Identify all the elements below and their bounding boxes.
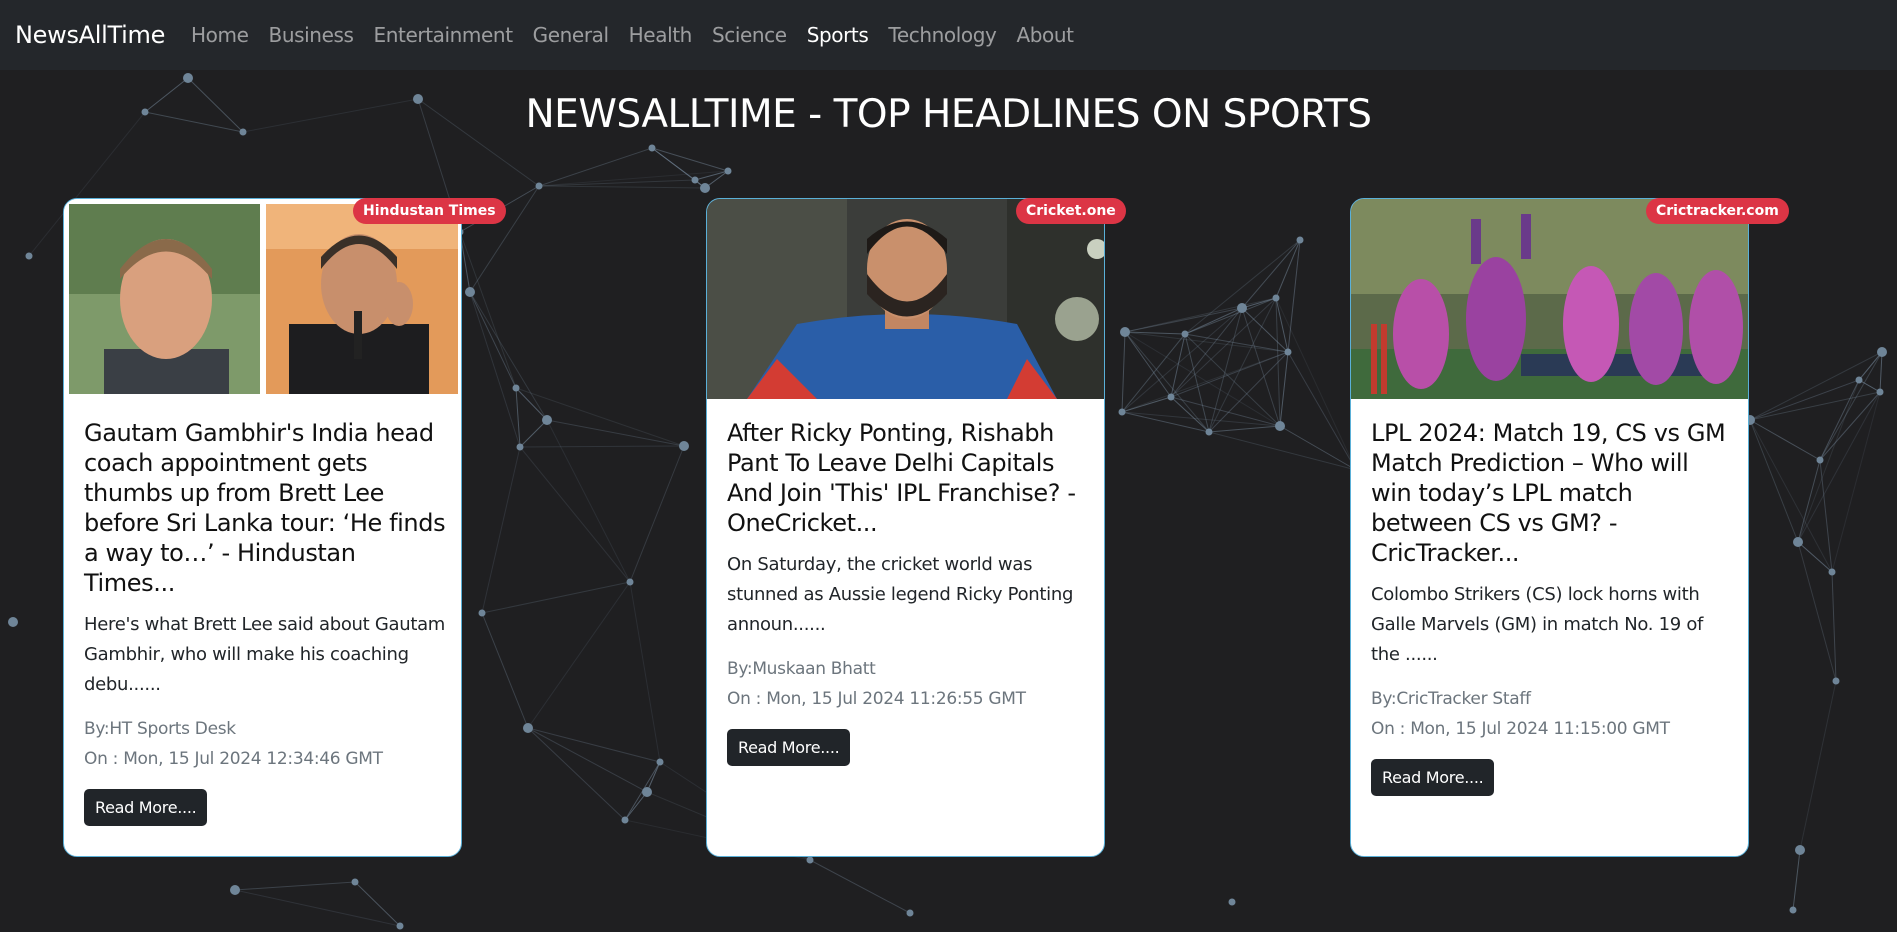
card-date: On : Mon, 15 Jul 2024 11:15:00 GMT [1371,719,1670,739]
card-title: After Ricky Ponting, Rishabh Pant To Lea… [727,419,1076,537]
nav-link-sports[interactable]: Sports [797,23,879,47]
source-badge: Cricket.one [1016,198,1126,224]
news-card: LPL 2024: Match 19, CS vs GM Match Predi… [1350,198,1749,857]
nav-link-health[interactable]: Health [619,23,702,47]
source-badge: Hindustan Times [353,198,506,224]
card-author: By:CricTracker Staff [1371,689,1531,709]
nav-link-business[interactable]: Business [259,23,364,47]
card-meta: By:CricTracker Staff On : Mon, 15 Jul 20… [1371,684,1733,744]
card-description: Colombo Strikers (CS) lock horns with Ga… [1371,584,1704,665]
card-body: Gautam Gambhir's India head coach appoin… [84,418,446,826]
source-badge: Crictracker.com [1646,198,1789,224]
news-image[interactable] [64,199,462,399]
news-image[interactable] [707,199,1105,399]
nav-link-technology[interactable]: Technology [878,23,1006,47]
nav-link-home[interactable]: Home [181,23,258,47]
read-more-button[interactable]: Read More.... [84,789,208,826]
card-description: Here's what Brett Lee said about Gautam … [84,614,446,695]
card-author: By:HT Sports Desk [84,719,236,739]
navbar: NewsAllTime Home Business Entertainment … [0,0,1897,70]
read-more-button[interactable]: Read More.... [727,729,851,766]
card-date: On : Mon, 15 Jul 2024 12:34:46 GMT [84,749,383,769]
card-author: By:Muskaan Bhatt [727,659,876,679]
nav-link-general[interactable]: General [523,23,619,47]
news-image[interactable] [1351,199,1749,399]
brand-logo[interactable]: NewsAllTime [15,21,165,49]
card-meta: By:Muskaan Bhatt On : Mon, 15 Jul 2024 1… [727,654,1089,714]
news-card: Gautam Gambhir's India head coach appoin… [63,198,462,857]
card-body: After Ricky Ponting, Rishabh Pant To Lea… [727,418,1089,766]
page-title: NEWSALLTIME - TOP HEADLINES ON SPORTS [525,92,1373,137]
card-description: On Saturday, the cricket world was stunn… [727,554,1074,635]
nav-link-science[interactable]: Science [702,23,797,47]
news-card: After Ricky Ponting, Rishabh Pant To Lea… [706,198,1105,857]
nav-link-entertainment[interactable]: Entertainment [364,23,523,47]
card-body: LPL 2024: Match 19, CS vs GM Match Predi… [1371,418,1733,796]
nav-link-about[interactable]: About [1006,23,1083,47]
card-title: Gautam Gambhir's India head coach appoin… [84,419,446,597]
card-date: On : Mon, 15 Jul 2024 11:26:55 GMT [727,689,1026,709]
card-title: LPL 2024: Match 19, CS vs GM Match Predi… [1371,419,1726,567]
card-meta: By:HT Sports Desk On : Mon, 15 Jul 2024 … [84,714,446,774]
read-more-button[interactable]: Read More.... [1371,759,1495,796]
